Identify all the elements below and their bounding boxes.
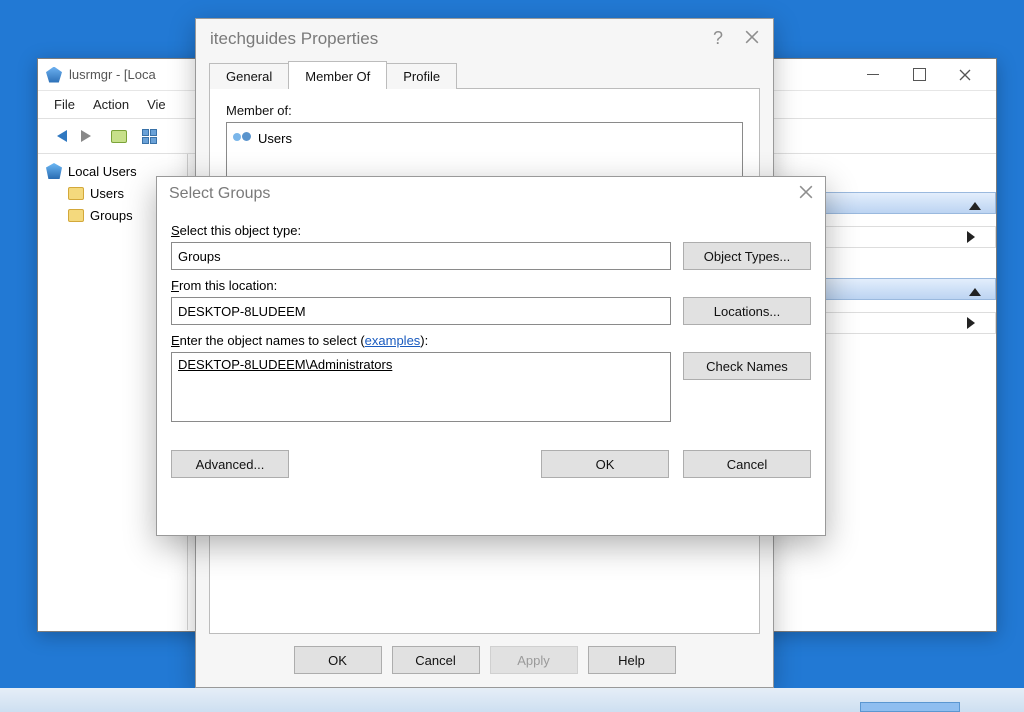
close-icon[interactable]: [745, 29, 759, 49]
view-grid-button[interactable]: [136, 123, 162, 149]
object-names-label: Enter the object names to select (exampl…: [171, 333, 811, 348]
object-type-value: Groups: [178, 249, 221, 264]
properties-titlebar[interactable]: itechguides Properties ?: [196, 19, 773, 58]
up-folder-button[interactable]: [106, 123, 132, 149]
properties-tabstrip: General Member Of Profile: [196, 58, 773, 88]
check-names-button[interactable]: Check Names: [683, 352, 811, 380]
minimize-button[interactable]: [850, 60, 896, 90]
tree-users-label: Users: [90, 186, 124, 201]
object-names-input[interactable]: DESKTOP-8LUDEEM\Administrators: [171, 352, 671, 422]
list-item[interactable]: Users: [233, 127, 736, 149]
folder-icon: [68, 187, 84, 200]
apply-button: Apply: [490, 646, 578, 674]
cancel-button[interactable]: Cancel: [683, 450, 811, 478]
location-value: DESKTOP-8LUDEEM: [178, 304, 306, 319]
nav-forward-button[interactable]: [76, 123, 102, 149]
help-button[interactable]: Help: [588, 646, 676, 674]
lusrmgr-title: lusrmgr - [Loca: [69, 67, 156, 82]
nav-back-button[interactable]: [46, 123, 72, 149]
menu-view[interactable]: Vie: [141, 95, 172, 114]
tab-member-of[interactable]: Member Of: [288, 61, 387, 89]
select-groups-title: Select Groups: [169, 185, 270, 203]
member-of-label: Member of:: [226, 103, 743, 118]
tab-profile[interactable]: Profile: [386, 63, 457, 89]
tree-groups-label: Groups: [90, 208, 133, 223]
folder-icon: [68, 209, 84, 222]
ok-button[interactable]: OK: [541, 450, 669, 478]
group-icon: [233, 130, 251, 146]
advanced-button[interactable]: Advanced...: [171, 450, 289, 478]
properties-title: itechguides Properties: [210, 29, 378, 49]
ok-button[interactable]: OK: [294, 646, 382, 674]
object-type-field: Groups: [171, 242, 671, 270]
taskbar-active-app[interactable]: [860, 702, 960, 712]
menu-action[interactable]: Action: [87, 95, 135, 114]
lusrmgr-app-icon: [46, 67, 62, 83]
object-types-button[interactable]: Object Types...: [683, 242, 811, 270]
location-field: DESKTOP-8LUDEEM: [171, 297, 671, 325]
close-icon[interactable]: [799, 186, 813, 203]
list-item-label: Users: [258, 131, 292, 146]
object-type-label: Select this object type:: [171, 223, 811, 238]
tab-general[interactable]: General: [209, 63, 289, 89]
menu-file[interactable]: File: [48, 95, 81, 114]
select-groups-dialog: Select Groups Select this object type: G…: [156, 176, 826, 536]
close-button[interactable]: [942, 60, 988, 90]
shield-icon: [46, 163, 62, 179]
tree-root-label: Local Users: [68, 164, 137, 179]
examples-link[interactable]: examples: [365, 333, 421, 348]
properties-button-bar: OK Cancel Apply Help: [196, 634, 773, 674]
select-groups-titlebar[interactable]: Select Groups: [157, 177, 825, 211]
object-names-value: DESKTOP-8LUDEEM\Administrators: [178, 357, 392, 372]
cancel-button[interactable]: Cancel: [392, 646, 480, 674]
location-label: From this location:: [171, 278, 811, 293]
maximize-button[interactable]: [896, 60, 942, 90]
help-icon[interactable]: ?: [713, 28, 723, 49]
locations-button[interactable]: Locations...: [683, 297, 811, 325]
